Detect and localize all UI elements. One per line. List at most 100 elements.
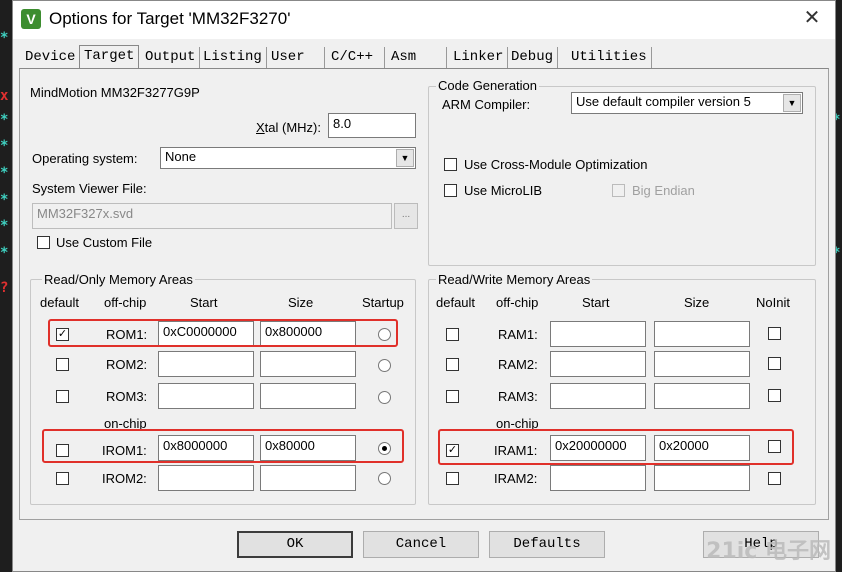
defaults-button[interactable]: Defaults bbox=[489, 531, 605, 558]
ram1-start-input[interactable] bbox=[550, 321, 646, 347]
rw-header-size: Size bbox=[684, 295, 710, 310]
tab-c-cpp[interactable]: C/C++ bbox=[327, 47, 385, 69]
device-name: MindMotion MM32F3277G9P bbox=[30, 85, 200, 100]
rom3-size-input[interactable] bbox=[260, 383, 356, 409]
readwrite-memory-title: Read/Write Memory Areas bbox=[436, 272, 593, 287]
microlib-checkbox[interactable] bbox=[444, 184, 457, 197]
ram3-start-input[interactable] bbox=[550, 383, 646, 409]
rom2-default-checkbox[interactable] bbox=[56, 358, 69, 371]
chevron-down-icon: ▼ bbox=[396, 149, 414, 167]
svd-label: System Viewer File: bbox=[32, 181, 147, 196]
ram3-size-input[interactable] bbox=[654, 383, 750, 409]
chevron-down-icon: ▼ bbox=[783, 94, 801, 112]
rom2-startup-radio[interactable] bbox=[378, 359, 391, 372]
window-title: Options for Target 'MM32F3270' bbox=[49, 9, 291, 28]
target-panel: MindMotion MM32F3277G9P Xtal (MHz): 8.0 … bbox=[19, 68, 829, 520]
bg-editor-marks: * bbox=[0, 30, 9, 46]
bg-editor-marks: * bbox=[0, 112, 9, 128]
ram3-label: RAM3: bbox=[498, 389, 538, 404]
rom2-start-input[interactable] bbox=[158, 351, 254, 377]
irom2-label: IROM2: bbox=[102, 471, 147, 486]
rom3-label: ROM3: bbox=[106, 389, 148, 404]
os-label: Operating system: bbox=[32, 151, 138, 166]
tab-user[interactable]: User bbox=[267, 47, 325, 69]
rw-header-noinit: NoInit bbox=[756, 295, 790, 310]
iram2-label: IRAM2: bbox=[494, 471, 538, 486]
ram1-size-input[interactable] bbox=[654, 321, 750, 347]
site-watermark: 21ic 电子网 bbox=[706, 539, 831, 564]
xtal-input[interactable]: 8.0 bbox=[328, 113, 416, 138]
options-dialog: V Options for Target 'MM32F3270' ✕ Devic… bbox=[12, 0, 836, 572]
svd-input[interactable]: MM32F327x.svd bbox=[32, 203, 392, 229]
ram3-noinit-checkbox[interactable] bbox=[768, 389, 781, 402]
ram2-noinit-checkbox[interactable] bbox=[768, 357, 781, 370]
iram2-noinit-checkbox[interactable] bbox=[768, 472, 781, 485]
custom-file-label: Use Custom File bbox=[56, 235, 153, 250]
rw-header-default: default bbox=[436, 295, 476, 310]
tab-device[interactable]: Device bbox=[21, 47, 81, 69]
svd-browse-button[interactable]: ... bbox=[394, 203, 418, 229]
ram1-default-checkbox[interactable] bbox=[446, 328, 459, 341]
arm-compiler-select[interactable]: Use default compiler version 5 ▼ bbox=[571, 92, 803, 114]
bg-editor-marks: * bbox=[0, 245, 9, 261]
rw-header-offchip: off-chip bbox=[496, 295, 539, 310]
title-bar: V Options for Target 'MM32F3270' ✕ bbox=[13, 1, 835, 39]
custom-file-checkbox[interactable] bbox=[37, 236, 50, 249]
rw-header-start: Start bbox=[582, 295, 610, 310]
close-button[interactable]: ✕ bbox=[789, 1, 835, 37]
ram2-size-input[interactable] bbox=[654, 351, 750, 377]
irom1-highlight bbox=[42, 429, 404, 463]
tab-asm[interactable]: Asm bbox=[387, 47, 447, 69]
code-generation-title: Code Generation bbox=[436, 78, 540, 93]
tab-output[interactable]: Output bbox=[141, 47, 201, 69]
keil-app-icon: V bbox=[21, 9, 41, 29]
iram1-highlight bbox=[438, 429, 794, 465]
irom2-start-input[interactable] bbox=[158, 465, 254, 491]
ro-header-start: Start bbox=[190, 295, 218, 310]
ram2-start-input[interactable] bbox=[550, 351, 646, 377]
ro-header-default: default bbox=[40, 295, 80, 310]
arm-compiler-value: Use default compiler version 5 bbox=[576, 94, 751, 109]
cross-module-checkbox[interactable] bbox=[444, 158, 457, 171]
rom1-highlight bbox=[48, 319, 398, 347]
iram2-start-input[interactable] bbox=[550, 465, 646, 491]
iram2-size-input[interactable] bbox=[654, 465, 750, 491]
ok-button[interactable]: OK bbox=[237, 531, 353, 558]
cancel-button[interactable]: Cancel bbox=[363, 531, 479, 558]
rom3-start-input[interactable] bbox=[158, 383, 254, 409]
readonly-memory-title: Read/Only Memory Areas bbox=[42, 272, 195, 287]
rom3-default-checkbox[interactable] bbox=[56, 390, 69, 403]
big-endian-checkbox[interactable] bbox=[612, 184, 625, 197]
bg-editor-marks: * bbox=[0, 192, 9, 208]
os-select[interactable]: None ▼ bbox=[160, 147, 416, 169]
bg-editor-marks: * bbox=[0, 218, 9, 234]
cross-module-label: Use Cross-Module Optimization bbox=[464, 157, 648, 172]
tab-bar: Device Target Output Listing User C/C++ … bbox=[13, 45, 835, 69]
tab-listing[interactable]: Listing bbox=[199, 47, 267, 69]
tab-utilities[interactable]: Utilities bbox=[567, 47, 652, 69]
ram1-noinit-checkbox[interactable] bbox=[768, 327, 781, 340]
irom2-default-checkbox[interactable] bbox=[56, 472, 69, 485]
ram2-label: RAM2: bbox=[498, 357, 538, 372]
tab-debug[interactable]: Debug bbox=[507, 47, 559, 69]
iram2-default-checkbox[interactable] bbox=[446, 472, 459, 485]
rom3-startup-radio[interactable] bbox=[378, 391, 391, 404]
irom2-size-input[interactable] bbox=[260, 465, 356, 491]
rom2-label: ROM2: bbox=[106, 357, 148, 372]
bg-editor-marks: ? bbox=[0, 280, 9, 296]
tab-linker[interactable]: Linker bbox=[449, 47, 509, 69]
bg-editor-marks: * bbox=[0, 138, 9, 154]
os-select-value: None bbox=[165, 149, 197, 164]
ram2-default-checkbox[interactable] bbox=[446, 358, 459, 371]
microlib-label: Use MicroLIB bbox=[464, 183, 543, 198]
bg-editor-marks: x bbox=[0, 88, 9, 104]
tab-target[interactable]: Target bbox=[79, 45, 140, 69]
arm-compiler-label: ARM Compiler: bbox=[442, 97, 531, 112]
big-endian-label: Big Endian bbox=[632, 183, 695, 198]
ram3-default-checkbox[interactable] bbox=[446, 390, 459, 403]
irom2-startup-radio[interactable] bbox=[378, 472, 391, 485]
ro-header-size: Size bbox=[288, 295, 314, 310]
bg-editor-marks: * bbox=[0, 165, 9, 181]
ro-header-offchip: off-chip bbox=[104, 295, 147, 310]
rom2-size-input[interactable] bbox=[260, 351, 356, 377]
